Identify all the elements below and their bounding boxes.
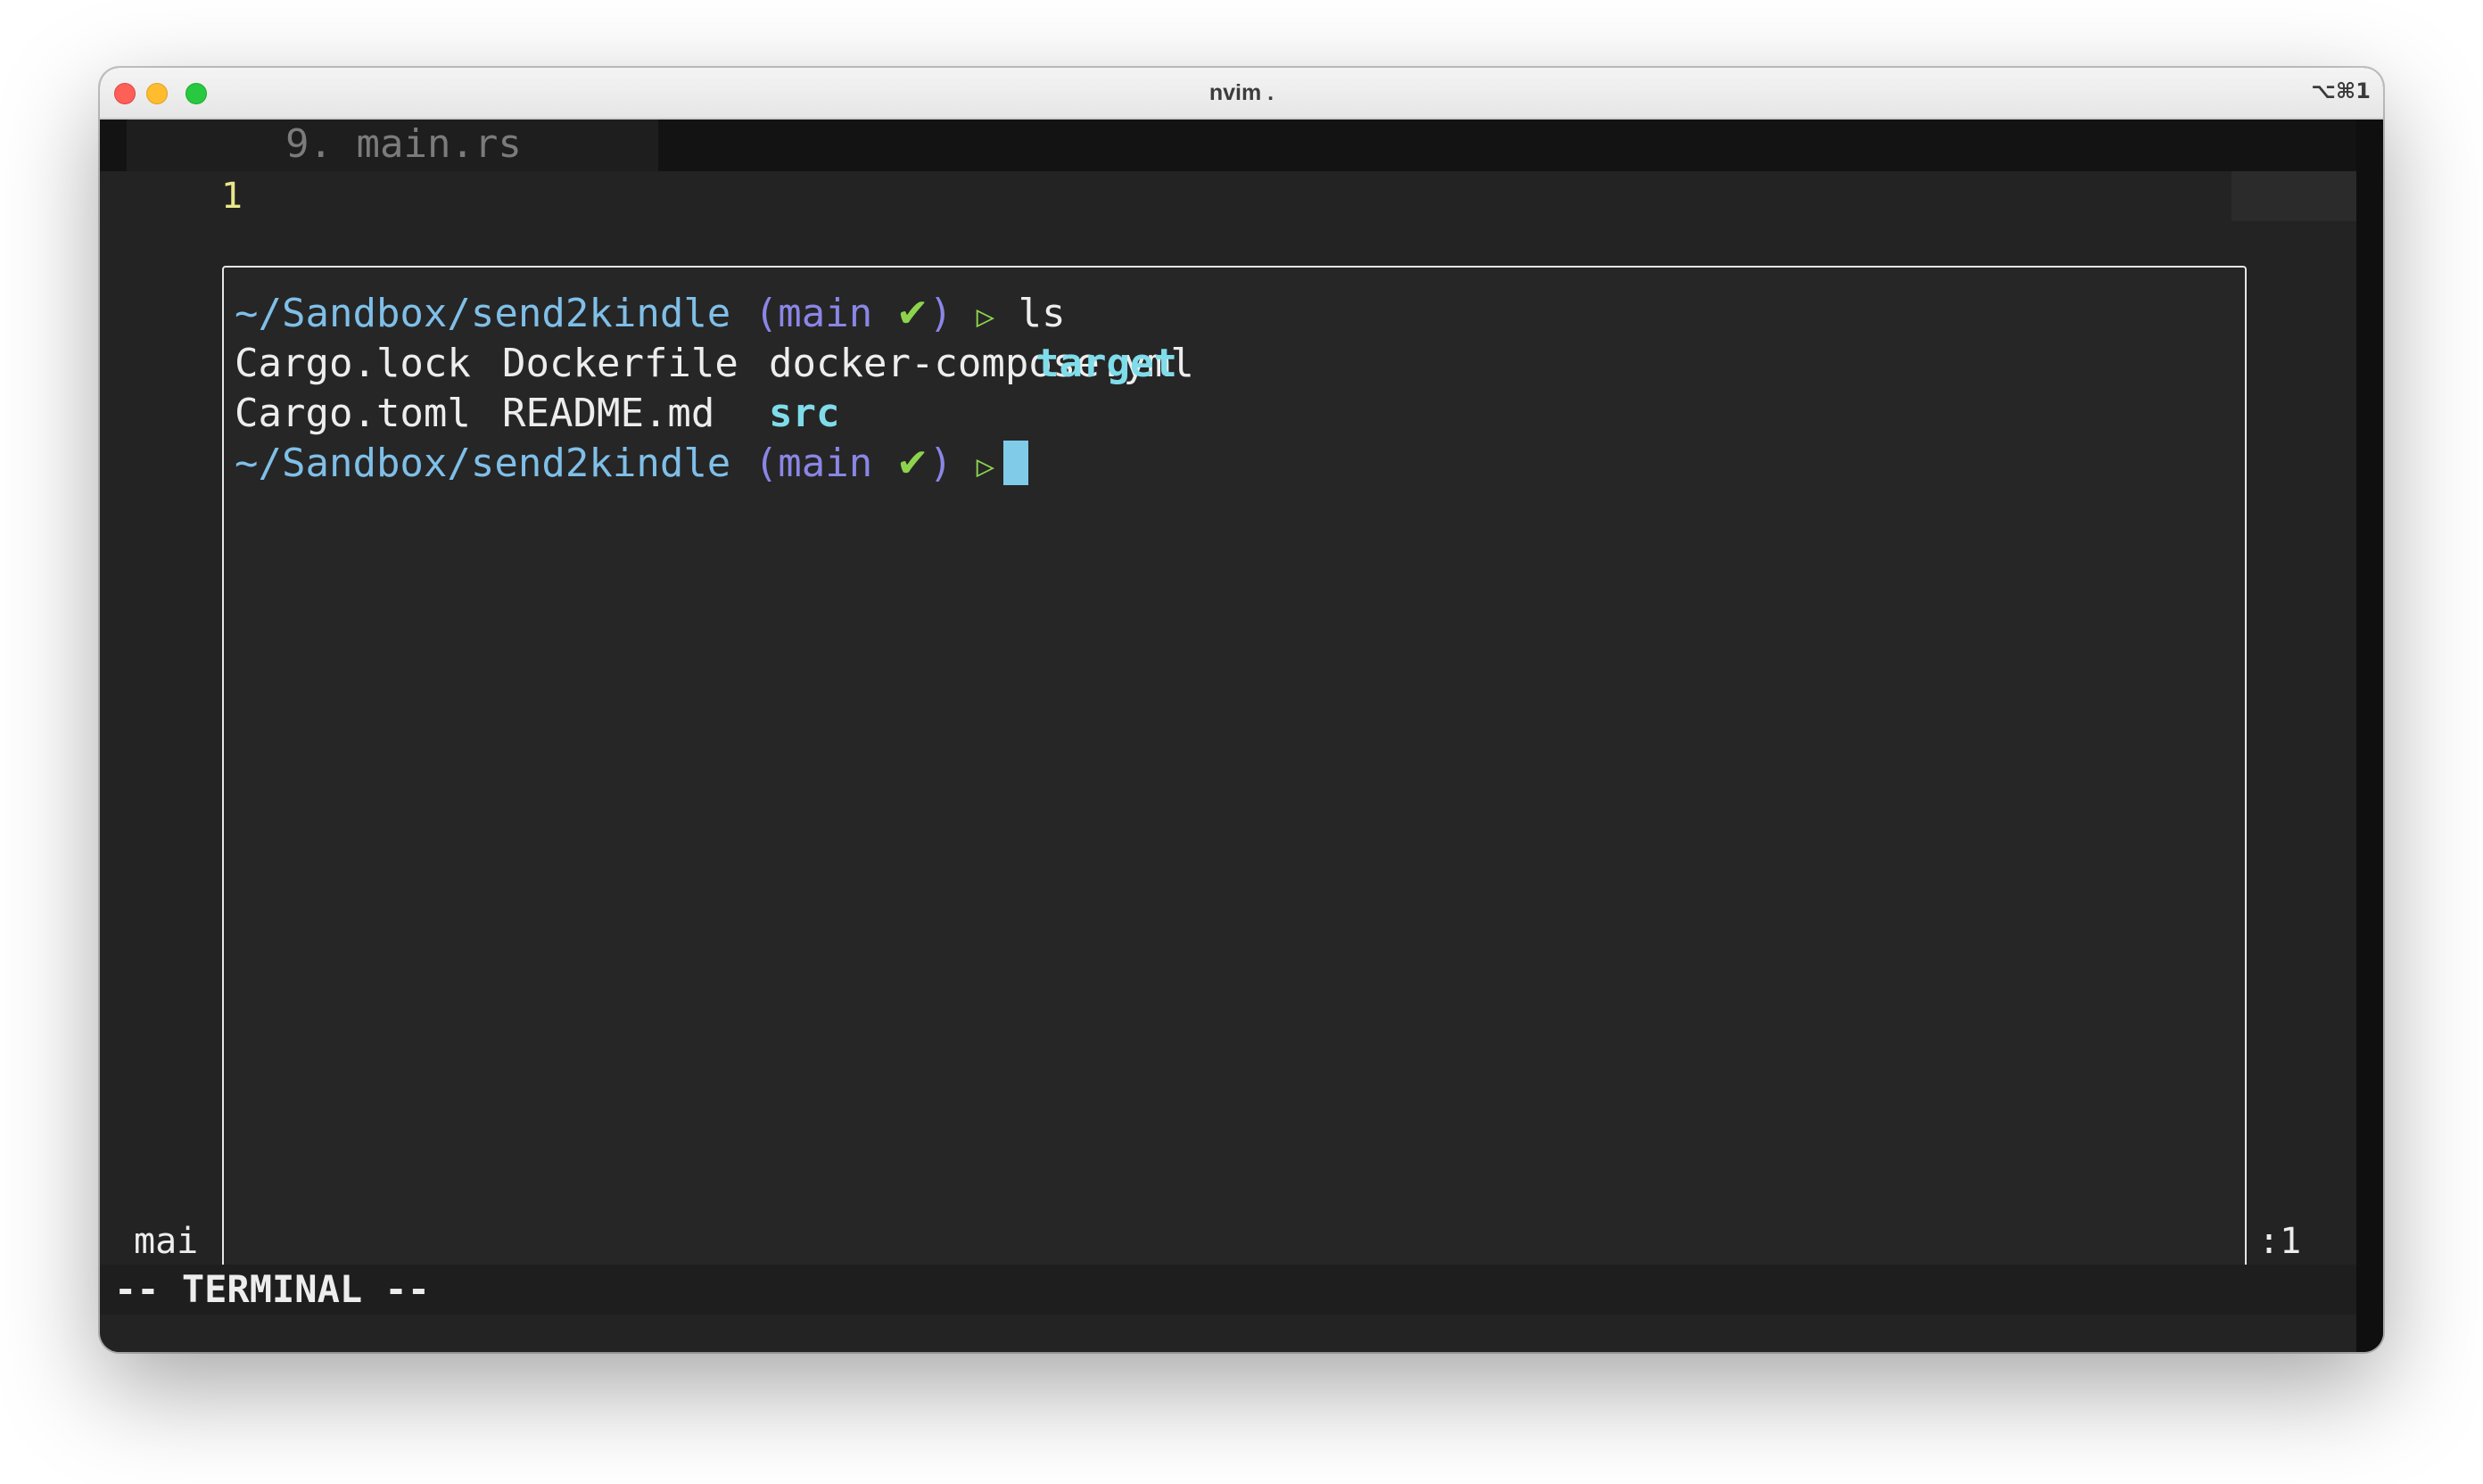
terminal-output: ~/Sandbox/send2kindle (main ✔) ▷ ls Carg… [235, 289, 1194, 489]
terminal-cursor[interactable] [1003, 441, 1029, 485]
file-entry: Cargo.toml [235, 391, 471, 436]
file-entry: Dockerfile [502, 341, 738, 386]
tabline: 9. main.rs [100, 120, 2356, 171]
window-shortcut: ⌥⌘1 [2311, 78, 2371, 103]
prompt-line: ~/Sandbox/send2kindle (main ✔) ▷ ls [235, 289, 1066, 339]
prompt-path: ~/Sandbox/send2kindle [235, 441, 731, 486]
prompt-arrow-icon: ▷ [976, 299, 995, 334]
current-line-number: 1 [220, 176, 243, 217]
file-entry: Cargo.lock [235, 341, 471, 386]
ls-output-row: Cargo.toml README.md src [235, 389, 1066, 439]
check-icon: ✔ [895, 291, 929, 336]
tab-main-rs[interactable]: 9. main.rs [127, 120, 658, 171]
git-branch: (main [754, 291, 873, 336]
prompt-line: ~/Sandbox/send2kindle (main ✔) ▷ [235, 439, 1066, 489]
git-branch: (main [754, 441, 873, 486]
statusline-position: :1 [2258, 1221, 2302, 1262]
file-entry: README.md [502, 391, 715, 436]
right-edge [2356, 120, 2383, 1352]
command-text: ls [1018, 291, 1066, 336]
nvim-editor[interactable]: 9. main.rs 1 1 1 1 1 1 1 1 1 1 1 2 ~/San… [100, 120, 2383, 1352]
mode-indicator: -- TERMINAL -- [100, 1265, 2356, 1315]
title-bar[interactable]: nvim . ⌥⌘1 [100, 68, 2383, 120]
check-icon: ✔ [895, 441, 929, 486]
git-close: ) [928, 441, 953, 486]
ls-output-row: Cargo.lock Dockerfile docker-compose.yml… [235, 339, 1194, 389]
directory-entry: target [1035, 341, 1177, 386]
prompt-arrow-icon: ▷ [976, 449, 995, 484]
statusline-filename: mai [134, 1221, 199, 1262]
cursor-line-highlight [2231, 171, 2356, 221]
prompt-path: ~/Sandbox/send2kindle [235, 291, 731, 336]
floating-terminal[interactable]: ~/Sandbox/send2kindle (main ✔) ▷ ls Carg… [222, 266, 2247, 1315]
terminal-window: nvim . ⌥⌘1 9. main.rs 1 1 1 1 1 1 1 1 1 … [100, 68, 2383, 1352]
git-close: ) [928, 291, 953, 336]
window-title: nvim . [1209, 80, 1274, 105]
directory-entry: src [769, 391, 840, 436]
